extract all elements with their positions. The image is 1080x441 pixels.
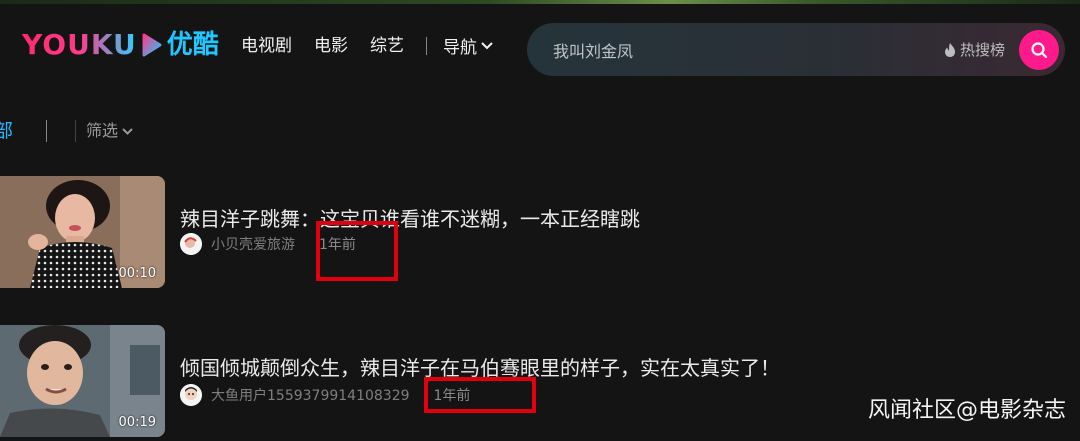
avatar-image [180,384,202,406]
hot-search-label: 热搜榜 [959,41,1005,59]
avatar-image [180,233,202,255]
uploader-name[interactable]: 大鱼用户1559379914108329 [211,385,410,405]
flame-icon [944,42,955,57]
filter-dropdown[interactable]: 筛选 [86,119,134,143]
nav-item-movie[interactable]: 电影 [314,34,348,58]
video-title[interactable]: 辣目洋子跳舞：这宝贝谁看谁不迷糊，一本正经瞎跳 [180,205,640,233]
watermark-text: 风闻社区@电影杂志 [867,398,1066,423]
highlight-box [316,221,398,281]
avatar[interactable] [180,384,202,406]
filter-divider-faint [75,120,76,142]
nav-item-variety[interactable]: 综艺 [370,34,404,58]
search-input[interactable]: 我叫刘金凤 [553,38,943,62]
video-duration: 00:19 [118,415,156,430]
avatar[interactable] [180,233,202,255]
logo-chinese: 优酷 [166,30,219,60]
chevron-down-icon [122,127,133,135]
video-thumbnail[interactable]: 00:19 [0,325,165,437]
search-icon [1031,41,1048,58]
video-thumbnail[interactable]: 00:10 [0,176,165,288]
nav-guide-label: 导航 [443,38,477,58]
video-duration: 00:10 [118,266,156,281]
youku-logo[interactable]: YOUKU 优酷 [22,28,219,62]
nav-item-tv[interactable]: 电视剧 [241,34,292,58]
main-nav: 电视剧 电影 综艺 导航 [241,33,494,58]
filter-label: 筛选 [86,121,119,140]
tab-all-partial[interactable]: 部 [0,118,13,144]
nav-guide-menu[interactable]: 导航 [443,33,494,58]
logo-play-icon [142,33,162,57]
hot-search-link[interactable]: 热搜榜 [943,39,1005,60]
search-bar[interactable]: 我叫刘金凤 热搜榜 [527,23,1065,76]
chevron-down-icon [481,41,493,49]
highlight-box [424,377,536,413]
filter-divider [46,120,47,142]
logo-wordmark: YOUKU [22,28,137,61]
nav-divider [426,36,427,55]
top-banner-strip [0,0,1080,4]
search-button[interactable] [1019,29,1059,70]
uploader-name[interactable]: 小贝壳爱旅游 [211,234,295,254]
